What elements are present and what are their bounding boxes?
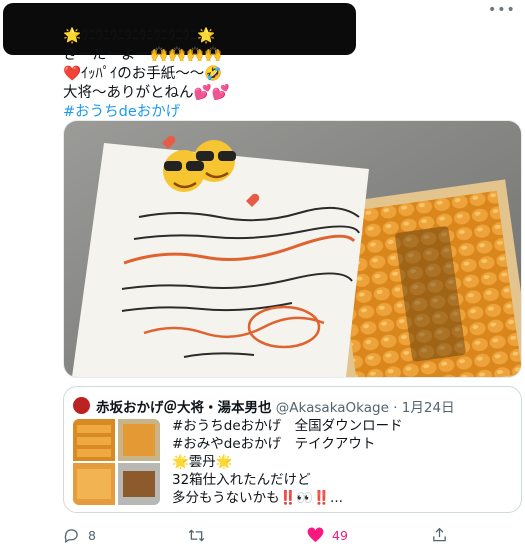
quoted-line-4: 32箱仕入れたんだけど — [172, 472, 311, 488]
reply-count: 8 — [88, 527, 96, 543]
retweet-button[interactable] — [187, 525, 214, 545]
share-button[interactable] — [431, 525, 448, 545]
tweet-line-4: 大将〜ありがとねん💕💕 — [63, 85, 230, 101]
quoted-date[interactable]: 1月24日 — [402, 400, 455, 416]
quoted-avatar[interactable] — [73, 397, 90, 414]
quoted-photo-grid — [73, 419, 160, 505]
quoted-handle[interactable]: @AkasakaOkage — [276, 400, 389, 416]
share-icon — [431, 526, 448, 544]
quoted-line-2: #おみやdeおかげ テイクアウト — [172, 436, 376, 452]
quoted-header: 赤坂おかげ＠大将・湯本男也 @AkasakaOkage · 1月24日 — [96, 396, 455, 416]
like-button[interactable]: 49 — [307, 525, 348, 545]
tweet-line-3: ❤️ｲｯﾊﾟｲのお手紙〜〜🤣 — [63, 66, 223, 82]
more-icon[interactable]: ••• — [488, 2, 515, 18]
quoted-line-1: #おうちdeおかげ 全国ダウンロード — [172, 418, 403, 434]
heart-icon — [307, 527, 324, 543]
quoted-separator: · — [393, 400, 398, 416]
quoted-tweet[interactable]: 赤坂おかげ＠大将・湯本男也 @AkasakaOkage · 1月24日 #おうち… — [63, 386, 522, 513]
quoted-author-name[interactable]: 赤坂おかげ＠大将・湯本男也 — [96, 400, 272, 416]
quoted-line-5: 多分もうないかも‼️👀‼️... — [172, 490, 343, 506]
tweet-photo[interactable] — [63, 120, 522, 378]
tweet-line-2: きーたーよー🙌🙌🙌🙌 — [63, 47, 223, 63]
quoted-line-3: 🌟雲丹🌟 — [172, 454, 233, 470]
like-count: 49 — [332, 527, 348, 543]
photo-image — [64, 121, 521, 377]
reply-button[interactable]: 8 — [63, 525, 96, 545]
reply-icon — [63, 527, 80, 544]
tweet-line-1: 🌟ｳﾆｳﾆｳﾆｳﾆｳﾆｳﾆｳﾆｳﾆ🌟 — [63, 28, 216, 44]
retweet-icon — [187, 527, 206, 544]
quoted-thumbnail[interactable] — [73, 419, 160, 505]
